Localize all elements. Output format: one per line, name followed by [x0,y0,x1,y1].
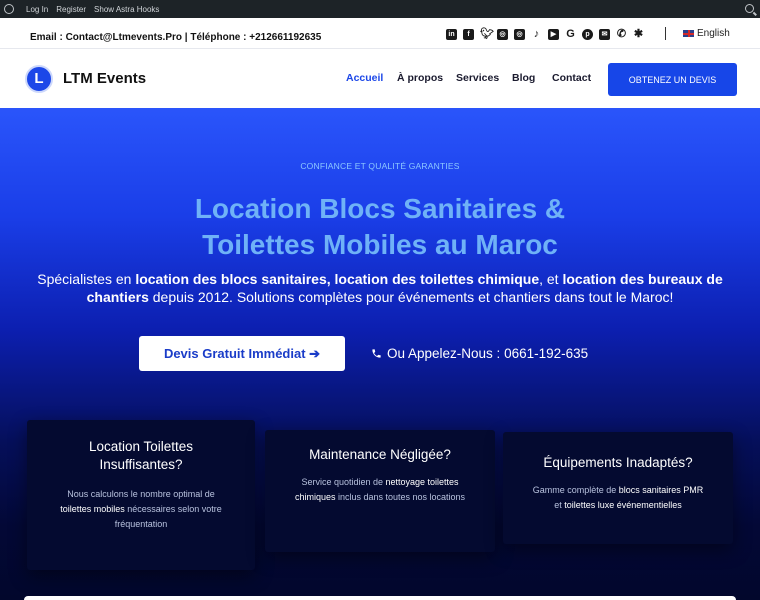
card-text: Service quotidien de [301,477,386,487]
google-icon[interactable]: G [565,29,576,40]
get-quote-button[interactable]: OBTENEZ UN DEVIS [608,63,737,96]
card-title: Maintenance Négligée? [309,447,451,462]
problem-card-toilets: Location Toilettes Insuffisantes? Nous c… [27,420,255,570]
card-description: Service quotidien de nettoyage toilettes… [265,475,495,505]
card-highlight: toilettes luxe événementielles [564,500,682,510]
youtube-icon[interactable]: ▶ [548,29,559,40]
free-quote-button[interactable]: Devis Gratuit Immédiat ➔ [139,336,345,371]
top-contact-bar: Email : Contact@Ltmevents.Pro | Téléphon… [0,18,760,49]
wordpress-logo-icon[interactable] [0,0,18,18]
facebook-icon[interactable]: f [463,29,474,40]
contact-info: Email : Contact@Ltmevents.Pro | Téléphon… [30,32,322,43]
instagram-icon[interactable]: ◎ [497,29,508,40]
instagram-icon[interactable]: ◎ [514,29,525,40]
card-highlight: toilettes mobiles [60,504,125,514]
card-text: Nous calculons le nombre optimal de [67,489,215,499]
hero-lead: Spécialistes en location des blocs sanit… [25,270,735,306]
site-title[interactable]: LTM Events [63,70,146,87]
nav-item-contact[interactable]: Contact [552,72,591,84]
problem-card-maintenance: Maintenance Négligée? Service quotidien … [265,430,495,552]
language-switcher[interactable]: English [683,28,730,39]
nav-item-blog[interactable]: Blog [512,72,535,84]
problem-card-equipment: Équipements Inadaptés? Gamme complète de… [503,432,733,544]
site-header: L LTM Events Accueil À propos Services B… [0,49,760,108]
hero-eyebrow: CONFIANCE ET QUALITÉ GARANTIES [300,161,460,171]
nav-item-a-propos[interactable]: À propos [397,72,443,84]
next-section-edge [24,596,736,600]
hero-section: CONFIANCE ET QUALITÉ GARANTIES Location … [0,108,760,600]
admin-login-link[interactable]: Log In [26,5,48,14]
card-description: Nous calculons le nombre optimal de toil… [27,487,255,532]
nav-item-services[interactable]: Services [456,72,499,84]
email-icon[interactable]: ✉ [599,29,610,40]
card-title: Location Toilettes Insuffisantes? [88,439,194,472]
card-title: Équipements Inadaptés? [543,455,693,470]
linkedin-icon[interactable]: in [446,29,457,40]
topbar-separator [665,27,666,40]
nav-item-accueil[interactable]: Accueil [346,72,383,84]
admin-bar: Log In Register Show Astra Hooks [0,0,760,18]
tiktok-icon[interactable]: ♪ [531,29,542,40]
admin-show-astra-hooks-link[interactable]: Show Astra Hooks [94,5,159,14]
card-text: inclus dans toutes nos locations [335,492,466,502]
pinterest-icon[interactable]: p [582,29,593,40]
card-highlight: blocs sanitaires PMR [618,485,704,495]
lead-text: Spécialistes en [37,271,136,287]
yelp-icon[interactable]: ✱ [633,29,644,40]
call-us-text: Ou Appelez-Nous : 0661-192-635 [387,346,589,361]
social-icons: in f 🐦︎ ◎ ◎ ♪ ▶ G p ✉ ✆ ✱ [446,29,644,40]
call-us-link[interactable]: Ou Appelez-Nous : 0661-192-635 [371,346,588,361]
admin-register-link[interactable]: Register [56,5,86,14]
hero-title-line-1: Location Blocs Sanitaires & [194,193,566,224]
card-text: Gamme complète de [532,485,619,495]
uk-flag-icon [683,30,694,37]
card-text: nécessaires selon votre fréquentation [114,504,222,529]
phone-icon [372,349,381,358]
card-description: Gamme complète de blocs sanitaires PMR e… [503,483,733,513]
card-text: et [554,500,565,510]
search-icon[interactable] [745,4,754,13]
phone-icon[interactable]: ✆ [616,29,627,40]
language-label: English [697,28,730,39]
lead-highlight: location des blocs sanitaires, location … [135,271,540,287]
site-logo[interactable]: L [25,65,53,93]
lead-text: depuis 2012. Solutions complètes pour év… [148,289,674,305]
lead-text: , et [539,271,563,287]
twitter-icon[interactable]: 🐦︎ [480,29,494,40]
hero-title-line-2: Toilettes Mobiles au Maroc [202,229,558,260]
